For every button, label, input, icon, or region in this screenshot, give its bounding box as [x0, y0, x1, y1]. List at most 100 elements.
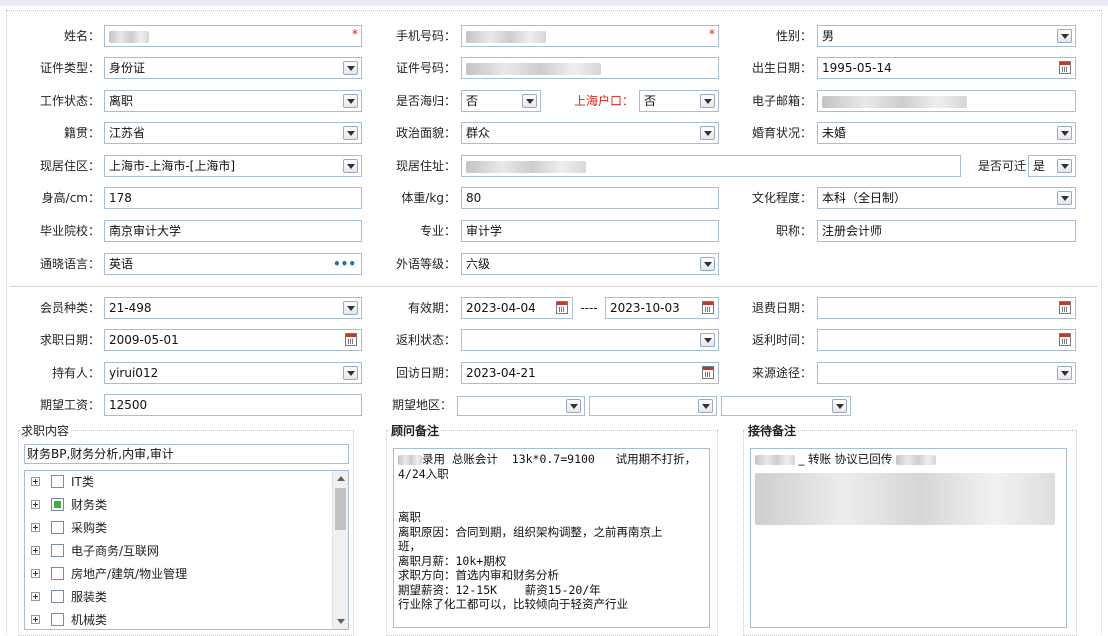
political-select[interactable]: 群众: [461, 122, 719, 144]
chevron-down-icon[interactable]: [700, 333, 715, 347]
returnee-select[interactable]: 否: [461, 90, 541, 112]
chevron-down-icon[interactable]: [1057, 126, 1072, 140]
id-number-field[interactable]: [461, 57, 719, 79]
holder-value: yirui012: [109, 366, 159, 380]
marital-select[interactable]: 未婚: [817, 122, 1076, 144]
calendar-icon[interactable]: [702, 301, 714, 314]
region-select[interactable]: 上海市-上海市-[上海市]: [104, 155, 362, 177]
expand-icon[interactable]: [31, 523, 40, 532]
job-date-field[interactable]: 2009-05-01: [104, 329, 362, 351]
expand-icon[interactable]: [31, 569, 40, 578]
phone-field[interactable]: *: [461, 25, 719, 47]
checkbox[interactable]: [51, 475, 64, 488]
email-field[interactable]: [817, 90, 1076, 112]
work-status-select[interactable]: 离职: [104, 90, 362, 112]
relocate-label: 是否可迁: [977, 159, 1026, 173]
reception-notes-textarea[interactable]: _ 转账 协议已回传: [750, 448, 1067, 628]
expand-icon[interactable]: [31, 500, 40, 509]
validity-start-field[interactable]: 2023-04-04: [461, 297, 573, 319]
area-city-select[interactable]: [589, 396, 717, 416]
chevron-down-icon[interactable]: [343, 126, 358, 140]
chevron-down-icon[interactable]: [698, 399, 713, 413]
chevron-down-icon[interactable]: [1057, 159, 1072, 173]
scroll-up-icon[interactable]: [337, 476, 345, 481]
expand-icon[interactable]: [31, 477, 40, 486]
hukou-value: 否: [644, 94, 657, 108]
job-content-summary[interactable]: 财务BP,财务分析,内审,审计: [24, 444, 349, 464]
calendar-icon[interactable]: [556, 301, 568, 314]
scroll-down-icon[interactable]: [337, 619, 345, 624]
area-district-select[interactable]: [721, 396, 851, 416]
birth-date-field[interactable]: 1995-05-14: [817, 57, 1076, 79]
calendar-icon[interactable]: [1059, 301, 1071, 314]
holder-select[interactable]: yirui012: [104, 362, 362, 384]
chevron-down-icon[interactable]: [522, 94, 537, 108]
chevron-down-icon[interactable]: [343, 366, 358, 380]
source-select[interactable]: [817, 362, 1076, 384]
major-field[interactable]: 审计学: [461, 220, 719, 242]
relocate-value: 是: [1033, 159, 1046, 173]
education-select[interactable]: 本科（全日制）: [817, 187, 1076, 209]
salary-value: 12500: [109, 398, 148, 412]
chevron-down-icon[interactable]: [343, 301, 358, 315]
visit-date-value: 2023-04-21: [466, 366, 536, 380]
chevron-down-icon[interactable]: [700, 257, 715, 271]
chevron-down-icon[interactable]: [832, 399, 847, 413]
chevron-down-icon[interactable]: [343, 159, 358, 173]
area-province-select[interactable]: [457, 396, 585, 416]
chevron-down-icon[interactable]: [700, 94, 715, 108]
chevron-down-icon[interactable]: [1057, 191, 1072, 205]
expand-icon[interactable]: [31, 546, 40, 555]
rebate-time-label: 返利时间：: [751, 333, 812, 347]
scroll-thumb[interactable]: [335, 488, 346, 530]
member-type-select[interactable]: 21-498: [104, 297, 362, 319]
visit-date-field[interactable]: 2023-04-21: [461, 362, 719, 384]
hukou-select[interactable]: 否: [639, 90, 719, 112]
weight-field[interactable]: 80: [461, 187, 719, 209]
title-field[interactable]: 注册会计师: [817, 220, 1076, 242]
calendar-icon[interactable]: [1059, 61, 1071, 74]
calendar-icon[interactable]: [702, 366, 714, 379]
language-field[interactable]: 英语 •••: [104, 253, 362, 275]
chevron-down-icon[interactable]: [343, 61, 358, 75]
calendar-icon[interactable]: [1059, 333, 1071, 346]
chevron-down-icon[interactable]: [1057, 29, 1072, 43]
refund-date-field[interactable]: [817, 297, 1076, 319]
checkbox[interactable]: [51, 567, 64, 580]
chevron-down-icon[interactable]: [700, 126, 715, 140]
validity-start-value: 2023-04-04: [466, 301, 536, 315]
checkbox[interactable]: [51, 544, 64, 557]
native-select[interactable]: 江苏省: [104, 122, 362, 144]
relocate-select[interactable]: 是: [1028, 155, 1076, 177]
salary-field[interactable]: 12500: [104, 394, 362, 416]
expand-icon[interactable]: [31, 592, 40, 601]
checkbox[interactable]: [51, 521, 64, 534]
name-field[interactable]: *: [104, 25, 362, 47]
checkbox[interactable]: [51, 613, 64, 626]
rebate-status-select[interactable]: [461, 329, 719, 351]
school-field[interactable]: 南京审计大学: [104, 220, 362, 242]
chevron-down-icon[interactable]: [566, 399, 581, 413]
job-category-tree[interactable]: IT类 财务类 采购类 电子商务/互联网 房地产/建筑/物业管理 服装类 机械类: [24, 470, 349, 630]
validity-end-field[interactable]: 2023-10-03: [605, 297, 719, 319]
work-status-label: 工作状态：: [39, 94, 100, 108]
education-value: 本科（全日制）: [822, 191, 907, 205]
required-mark: *: [709, 27, 715, 41]
rebate-time-field[interactable]: [817, 329, 1076, 351]
id-type-select[interactable]: 身份证: [104, 57, 362, 79]
gender-select[interactable]: 男: [817, 25, 1076, 47]
rebate-status-label: 返利状态：: [395, 333, 456, 347]
calendar-icon[interactable]: [345, 333, 357, 346]
lang-level-select[interactable]: 六级: [461, 253, 719, 275]
height-field[interactable]: 178: [104, 187, 362, 209]
chevron-down-icon[interactable]: [343, 94, 358, 108]
checkbox[interactable]: [51, 590, 64, 603]
scrollbar[interactable]: [332, 471, 348, 629]
expand-icon[interactable]: [31, 615, 40, 624]
address-field[interactable]: [461, 155, 961, 177]
advisor-notes-textarea[interactable]: 录用 总账会计 13k*0.7=9100 试用期不打折， 4/24入职 离职 离…: [393, 448, 710, 628]
checkbox-checked[interactable]: [51, 498, 64, 511]
chevron-down-icon[interactable]: [1057, 366, 1072, 380]
address-label: 现居住址：: [395, 159, 456, 173]
more-options-icon[interactable]: •••: [333, 254, 356, 274]
